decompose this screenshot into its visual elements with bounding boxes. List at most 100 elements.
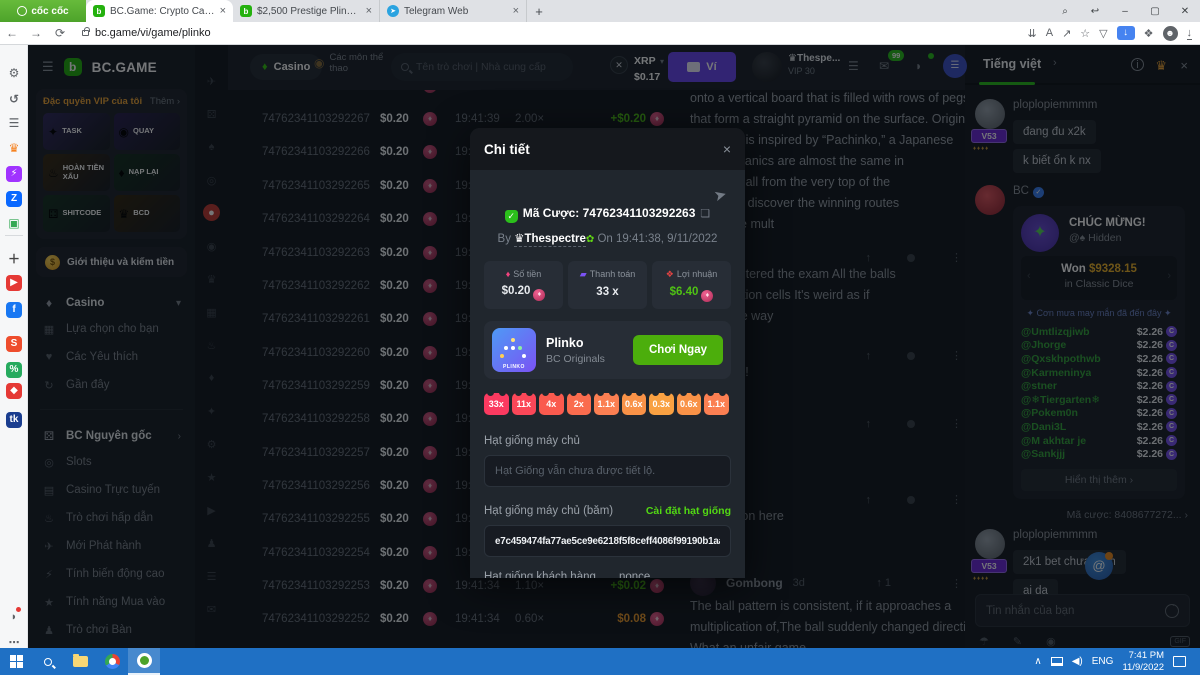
new-tab-button[interactable]: + — [527, 0, 551, 22]
settings-icon[interactable]: ⚙ — [6, 65, 22, 81]
more-icon[interactable]: ⋮ — [951, 417, 962, 430]
bettor-username[interactable]: ♛Thespectre — [514, 233, 586, 247]
plinko-game-tile[interactable]: PLINKO — [492, 328, 536, 372]
comment-author-name[interactable]: Gombong — [726, 576, 783, 590]
chevron-left-icon[interactable]: ‹ — [1027, 270, 1031, 282]
tab-close-icon[interactable]: × — [513, 5, 519, 17]
like-icon[interactable]: ↑ — [866, 418, 872, 430]
like-icon[interactable]: ↑ — [866, 494, 872, 506]
reload-button[interactable]: ⟳ — [48, 26, 72, 40]
send-to-device-icon[interactable]: ⇊ — [1028, 27, 1037, 40]
sidebar-item-slots[interactable]: ◎Slots — [36, 448, 187, 476]
mini-icon[interactable]: ✈ — [195, 75, 228, 88]
vip-tile-hoàn-tiền-xấu[interactable]: ♨HOÀN TIỀN XẤU — [43, 154, 110, 191]
mention-float-icon[interactable]: @ — [1085, 552, 1113, 580]
mini-icon[interactable]: ♦ — [195, 372, 228, 384]
browser-tab[interactable]: ➤Telegram Web× — [380, 0, 527, 22]
education-icon[interactable]: ◆ — [6, 383, 22, 399]
mini-icon[interactable]: ♟ — [195, 537, 228, 550]
coccoc-taskbar-icon[interactable] — [128, 648, 160, 675]
add-icon[interactable]: ＋ — [6, 251, 22, 267]
facebook-icon[interactable]: f — [6, 302, 22, 318]
mini-icon[interactable]: ◉ — [195, 240, 228, 253]
close-button[interactable]: ✕ — [1170, 6, 1200, 17]
winner-name[interactable]: @Karmeninya — [1021, 367, 1091, 379]
multiplier-chip[interactable]: 0.6x — [677, 393, 702, 415]
winner-name[interactable]: @M akhtar je — [1021, 435, 1086, 447]
server-seed-input[interactable]: Hạt Giống vẫn chưa được tiết lộ. — [484, 455, 731, 487]
share-icon[interactable]: ➤ — [712, 185, 729, 206]
downloads-tray-icon[interactable]: ↓ — [1187, 27, 1193, 40]
user-info[interactable]: ♛Thespe... VIP 30 — [788, 53, 840, 76]
vip-tile-task[interactable]: ✦TASK — [43, 113, 110, 150]
sidebar-item-mới-phát-hành[interactable]: ✈Mới Phát hành — [36, 532, 187, 560]
more-icon[interactable]: ⋮ — [951, 349, 962, 362]
mail-icon[interactable]: ✉ — [879, 59, 889, 73]
tiki-icon[interactable]: tk — [6, 412, 22, 428]
game-name[interactable]: Plinko — [546, 336, 633, 350]
menu-burger-icon[interactable]: ☰ — [36, 59, 54, 75]
start-button[interactable] — [0, 648, 32, 675]
winner-name[interactable]: @Qxskhpothwb — [1021, 353, 1101, 365]
winner-name[interactable]: @Jhorge — [1021, 339, 1066, 351]
chat-info-icon[interactable]: i — [1131, 58, 1144, 71]
winner-name[interactable]: @Dani3L — [1021, 421, 1066, 433]
bc-avatar[interactable] — [975, 185, 1005, 215]
action-center-icon[interactable] — [1173, 656, 1186, 667]
multiplier-chip[interactable]: 1.1x — [594, 393, 619, 415]
mini-icon[interactable]: ▶ — [195, 504, 228, 517]
winner-name[interactable]: @Pokem0n — [1021, 407, 1078, 419]
casino-nav-button[interactable]: ♦ Casino — [250, 54, 322, 80]
chat-username[interactable]: ploplopiemmmm — [1013, 529, 1200, 545]
sidebar-item-tính-biến-động-cao[interactable]: ⚡Tính biến động cao — [36, 560, 187, 588]
profile-avatar-icon[interactable]: ☻ — [1163, 26, 1178, 41]
play-now-button[interactable]: Chơi Ngay — [633, 335, 723, 365]
server-seed-hash-input[interactable]: e7c459474fa77ae5ce9e6218f5f8ceff4086f991… — [484, 525, 731, 557]
more-icon[interactable]: ⋮ — [951, 251, 962, 264]
avatar[interactable] — [975, 529, 1005, 559]
vip-more-link[interactable]: Thêm › — [150, 96, 180, 107]
multiplier-chip[interactable]: 2x — [567, 393, 592, 415]
chat-close-icon[interactable]: × — [1180, 58, 1188, 73]
multiplier-chip[interactable]: 11x — [512, 393, 537, 415]
vip-tile-bcd[interactable]: ♛BCD — [114, 195, 181, 232]
browser-tab[interactable]: bBC.Game: Crypto Casino Gan× — [86, 0, 233, 22]
show-more-button[interactable]: Hiển thị thêm › — [1021, 469, 1177, 491]
bcgame-logo-text[interactable]: BC.GAME — [92, 60, 157, 75]
mini-icon[interactable]: ♨ — [195, 339, 228, 352]
mini-icon[interactable]: ⚄ — [195, 108, 228, 121]
referral-button[interactable]: $ Giới thiệu và kiếm tiền — [36, 247, 187, 277]
tab-close-icon[interactable]: × — [220, 5, 226, 17]
modal-close-icon[interactable]: × — [723, 141, 731, 157]
zalo-icon[interactable]: Z — [6, 191, 22, 207]
vip-tile-quay[interactable]: ◉QUAY — [114, 113, 181, 150]
tab-close-icon[interactable]: × — [366, 5, 372, 17]
adblock-shield-icon[interactable]: ▽ — [1099, 27, 1107, 40]
quick-menu-icon[interactable]: ☰ — [848, 59, 859, 73]
mini-icon[interactable]: ● — [195, 207, 228, 219]
vip-crown-icon[interactable]: ♛ — [6, 140, 22, 156]
sidebar-item-tính-năng-mua-vào[interactable]: ★Tính năng Mua vào — [36, 588, 187, 616]
currency-selector[interactable]: ✕ XRP ▾ $0.17 — [610, 51, 664, 83]
shop-green-icon[interactable]: % — [6, 362, 22, 378]
file-explorer-icon[interactable] — [64, 648, 96, 675]
bookmark-star-icon[interactable]: ☆ — [1080, 27, 1090, 40]
reading-list-icon[interactable]: ☰ — [6, 115, 22, 131]
chevron-right-icon[interactable]: › — [1053, 57, 1057, 69]
game-search-input[interactable]: Tên trò chơi | Nhà cung cấp — [391, 53, 573, 81]
winner-name[interactable]: @❄Tiergarten❄ — [1021, 394, 1100, 406]
mini-icon[interactable]: ♛ — [195, 273, 228, 286]
bet-id-link[interactable]: Mã cược: 8408677272... › — [965, 509, 1200, 521]
mini-icon[interactable]: ⚙ — [195, 438, 228, 451]
sidebar-item-lựa-chọn-cho-bạn[interactable]: ▦Lựa chọn cho bạn — [36, 315, 187, 343]
chat-rules-icon[interactable]: ✎ — [1013, 635, 1022, 648]
winner-name[interactable]: @stner — [1021, 380, 1057, 392]
maximize-button[interactable]: ▢ — [1140, 6, 1170, 17]
share-icon[interactable]: ↗ — [1062, 27, 1071, 40]
winner-name[interactable]: @Umtlizqjiwb — [1021, 326, 1090, 338]
sidebar-item-casino-trực-tuyến[interactable]: ▤Casino Trực tuyến — [36, 476, 187, 504]
sports-nav-button[interactable]: ◉ Các môn thể thao — [314, 52, 384, 75]
chevron-right-icon[interactable]: › — [1167, 270, 1171, 282]
mini-icon[interactable]: ✉ — [195, 603, 228, 616]
tray-expand-icon[interactable]: ∧ — [1034, 656, 1041, 667]
